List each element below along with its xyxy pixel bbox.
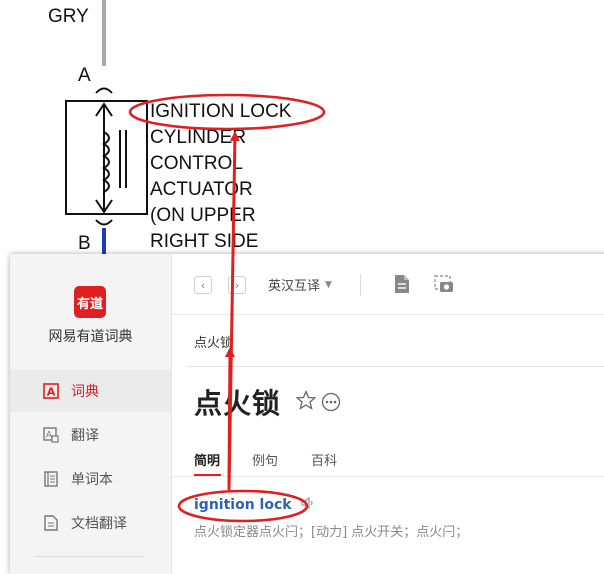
pin-b-label: B bbox=[78, 233, 91, 254]
tab-examples[interactable]: 例句 bbox=[252, 450, 278, 469]
sidebar-item-label: 词典 bbox=[71, 384, 99, 400]
sidebar-item-label: 单词本 bbox=[71, 472, 113, 488]
connector-b bbox=[95, 219, 113, 226]
component-label-line: CONTROL bbox=[150, 153, 243, 174]
sidebar-item-translate[interactable]: A 翻译 bbox=[10, 414, 171, 456]
sidebar-divider bbox=[35, 556, 145, 557]
forward-button[interactable]: › bbox=[228, 276, 246, 294]
tab-concise[interactable]: 简明 bbox=[194, 450, 220, 469]
translation-meaning: 点火锁定器点火闩；[动力] 点火开关；点火闩； bbox=[194, 525, 469, 540]
toolbar-divider bbox=[360, 274, 361, 296]
app-logo: 有道 bbox=[74, 286, 106, 318]
component-label-line: RIGHT SIDE bbox=[150, 231, 259, 252]
app-name: 网易有道词典 bbox=[48, 329, 133, 345]
sidebar-item-document-translate[interactable]: 文档翻译 bbox=[10, 502, 171, 544]
sidebar-item-label: 翻译 bbox=[71, 428, 99, 444]
screenshot-icon[interactable] bbox=[434, 275, 454, 297]
sidebar-item-label: 文档翻译 bbox=[71, 516, 127, 532]
tab-encyclopedia[interactable]: 百科 bbox=[311, 450, 337, 469]
main-panel: ‹ › 英汉互译 ▼ 点火锁 简明 例句 百科 ignition lock bbox=[172, 254, 604, 574]
translation-mode-select[interactable]: 英汉互译 ▼ bbox=[268, 275, 332, 294]
speaker-icon[interactable] bbox=[300, 496, 314, 514]
component-label-line: ACTUATOR bbox=[150, 179, 253, 200]
mode-select-label: 英汉互译 bbox=[268, 279, 321, 294]
translation-term[interactable]: ignition lock bbox=[194, 497, 292, 513]
star-icon[interactable] bbox=[295, 389, 317, 414]
back-button[interactable]: ‹ bbox=[194, 276, 212, 294]
pin-a-label: A bbox=[78, 65, 91, 86]
component-label-line: (ON UPPER bbox=[150, 205, 256, 226]
svg-text:A: A bbox=[47, 386, 56, 399]
component-label-line: CYLINDER bbox=[150, 127, 247, 148]
component-label-line: IGNITION LOCK bbox=[150, 101, 292, 122]
sidebar-item-dictionary[interactable]: A 词典 bbox=[10, 370, 171, 412]
document-translate-icon bbox=[43, 514, 59, 532]
toolbar-border bbox=[172, 314, 604, 315]
dictionary-icon: A bbox=[43, 382, 59, 400]
sidebar-item-wordbook[interactable]: 单词本 bbox=[10, 458, 171, 500]
wire-color-label: GRY bbox=[48, 6, 89, 27]
headword: 点火锁 bbox=[194, 387, 282, 420]
search-box bbox=[186, 316, 604, 367]
chevron-down-icon: ▼ bbox=[325, 279, 332, 290]
more-icon[interactable] bbox=[321, 392, 341, 416]
dictionary-window: 有道 网易有道词典 A 词典 A 翻译 单词本 文档翻译 ‹ › 英汉互译 ▼ … bbox=[10, 254, 604, 574]
document-icon[interactable] bbox=[394, 274, 410, 298]
translation-entry: ignition lock bbox=[194, 496, 314, 514]
translate-icon: A bbox=[43, 426, 59, 444]
sidebar: 有道 网易有道词典 A 词典 A 翻译 单词本 文档翻译 bbox=[10, 254, 172, 574]
connector-a bbox=[95, 87, 113, 94]
search-input[interactable] bbox=[194, 333, 394, 349]
tabs-border bbox=[172, 476, 604, 477]
wordbook-icon bbox=[43, 470, 59, 488]
